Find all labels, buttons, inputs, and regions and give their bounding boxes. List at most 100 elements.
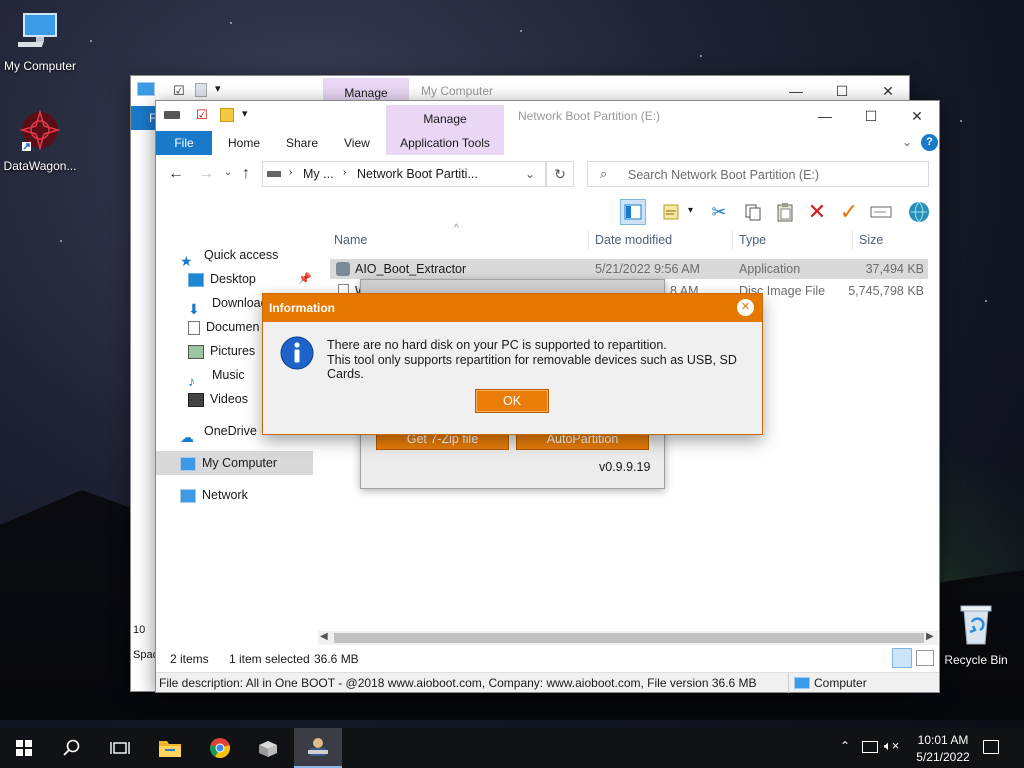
tab-share[interactable]: Share (274, 131, 330, 155)
back-arrow-icon[interactable]: ← (168, 165, 184, 183)
scrollbar-thumb[interactable] (334, 633, 924, 643)
taskbar-chrome[interactable] (196, 728, 244, 768)
desktop-icon-my-computer[interactable]: My Computer (0, 8, 80, 73)
cut-icon[interactable]: ✂ (706, 199, 732, 225)
location-label: Computer (814, 676, 867, 690)
folder-icon (159, 741, 181, 757)
toolbar-dropdown-icon[interactable]: ▾ (688, 205, 693, 216)
video-icon (188, 392, 204, 407)
qat-folder-icon[interactable] (220, 108, 234, 122)
back-status-count: 10 (133, 624, 146, 636)
recent-locations-icon[interactable]: ⌄ (224, 167, 232, 178)
taskbar: ⌃ 🔈︎× 10:01 AM 5/21/2022 (0, 728, 1024, 768)
star-icon: ★ (180, 252, 193, 269)
maximize-button[interactable]: ☐ (848, 101, 894, 131)
sort-indicator-icon: ^ (454, 223, 459, 234)
forward-arrow-icon[interactable]: → (198, 165, 214, 183)
clock[interactable]: 10:01 AM 5/21/2022 (915, 733, 971, 764)
nav-quick-access[interactable]: ★ Quick access (180, 243, 278, 269)
file-name: AIO_Boot_Extractor (355, 262, 467, 276)
dialog-message-line1: There are no hard disk on your PC is sup… (327, 338, 667, 352)
address-dropdown-icon[interactable]: ⌄ (525, 167, 535, 181)
nav-network[interactable]: Network (180, 483, 248, 507)
globe-icon[interactable] (906, 199, 932, 225)
nav-my-computer[interactable]: My Computer (156, 451, 313, 475)
desktop-icon-datawagon[interactable]: DataWagon... (0, 108, 80, 173)
status-size: 36.6 MB (314, 652, 359, 666)
qat-dropdown-icon[interactable]: ▾ (215, 82, 221, 95)
nav-pictures[interactable]: Pictures (188, 339, 255, 363)
taskbar-installer[interactable] (244, 728, 292, 768)
nav-downloads[interactable]: ⬇ Download (188, 291, 268, 317)
start-button[interactable] (0, 728, 48, 768)
tray-expand-icon[interactable]: ⌃ (840, 739, 850, 753)
column-size[interactable]: Size (859, 233, 883, 247)
scroll-left-icon[interactable]: ◀ (320, 631, 328, 642)
taskbar-file-explorer[interactable] (146, 728, 194, 768)
details-view-icon[interactable] (892, 648, 912, 668)
nav-onedrive[interactable]: ☁ OneDrive (180, 419, 257, 445)
search-input[interactable]: ⌕ Search Network Boot Partition (E:) (587, 161, 929, 187)
tab-file[interactable]: File (156, 131, 212, 155)
ribbon-expand-icon[interactable]: ⌄ (902, 135, 912, 149)
copy-icon[interactable] (740, 199, 766, 225)
music-note-icon: ♪ (188, 372, 195, 389)
taskbar-aio-boot[interactable] (294, 728, 342, 768)
search-placeholder: Search Network Boot Partition (E:) (628, 168, 820, 182)
aio-boot-icon (308, 738, 328, 756)
task-view-icon (110, 742, 130, 754)
notifications-icon[interactable] (983, 740, 999, 754)
minimize-button[interactable]: — (802, 101, 848, 131)
checkmark-icon[interactable]: ✓ (836, 199, 862, 225)
help-icon[interactable]: ? (921, 134, 938, 151)
tab-home[interactable]: Home (216, 131, 272, 155)
breadcrumb-sep-icon: › (343, 167, 347, 178)
column-date[interactable]: Date modified (595, 233, 672, 247)
nav-desktop[interactable]: Desktop 📌 (188, 267, 313, 291)
table-row[interactable]: AIO_Boot_Extractor 5/21/2022 9:56 AM App… (330, 259, 928, 279)
app-icon (336, 262, 350, 276)
file-date: 5/21/2022 9:56 AM (595, 262, 700, 276)
information-dialog[interactable]: Information ✕ There are no hard disk on … (262, 293, 763, 435)
rename-icon[interactable] (868, 199, 894, 225)
qat-dropdown-icon[interactable]: ▾ (242, 107, 248, 120)
clock-time: 10:01 AM (917, 733, 969, 747)
volume-muted-icon[interactable]: 🔈︎× (884, 738, 899, 754)
layout-pane-icon[interactable] (620, 199, 646, 225)
dialog-close-button[interactable]: ✕ (737, 299, 754, 316)
nav-videos[interactable]: Videos (188, 387, 248, 411)
back-file-tab[interactable]: F (131, 106, 157, 130)
pin-icon[interactable]: 📌 (298, 267, 312, 291)
large-icons-view-icon[interactable] (916, 650, 934, 666)
version-label: v0.9.9.19 (599, 460, 651, 474)
recycle-bin-icon (936, 602, 1016, 649)
tab-application-tools[interactable]: Application Tools (388, 131, 502, 155)
notepad-icon[interactable] (658, 199, 684, 225)
up-arrow-icon[interactable]: ↑ (242, 165, 250, 183)
scroll-right-icon[interactable]: ▶ (926, 631, 934, 642)
horizontal-scrollbar[interactable]: ◀ ▶ (318, 631, 938, 645)
desktop-icon-recycle-bin[interactable]: Recycle Bin (936, 602, 1016, 667)
close-button[interactable]: ✕ (894, 101, 940, 131)
column-name[interactable]: Name (334, 233, 367, 247)
breadcrumb-network-boot[interactable]: Network Boot Partiti... (357, 167, 478, 181)
column-type[interactable]: Type (739, 233, 766, 247)
info-icon (280, 336, 314, 373)
breadcrumb-my-computer[interactable]: My ... (303, 167, 334, 181)
nav-music[interactable]: ♪ Music (188, 363, 245, 389)
nav-documents[interactable]: Documen (188, 315, 260, 339)
delete-icon[interactable]: ✕ (804, 199, 830, 225)
manage-tab[interactable]: Manage (386, 105, 504, 131)
address-bar[interactable]: › My ... › Network Boot Partiti... ⌄ (262, 161, 546, 187)
paste-icon[interactable] (772, 199, 798, 225)
tab-view[interactable]: View (332, 131, 382, 155)
qat-blank-icon[interactable] (195, 83, 207, 97)
qat-properties-icon[interactable]: ☑ (196, 107, 208, 123)
network-status-icon[interactable] (862, 741, 878, 753)
explorer-titlebar: ☑ ▾ Manage Network Boot Partition (E:) —… (156, 101, 939, 131)
search-button[interactable] (48, 728, 96, 768)
task-view-button[interactable] (96, 728, 144, 768)
refresh-button[interactable]: ↻ (546, 161, 574, 187)
ok-button[interactable]: OK (475, 389, 549, 413)
qat-check-icon[interactable]: ☑ (173, 83, 185, 99)
